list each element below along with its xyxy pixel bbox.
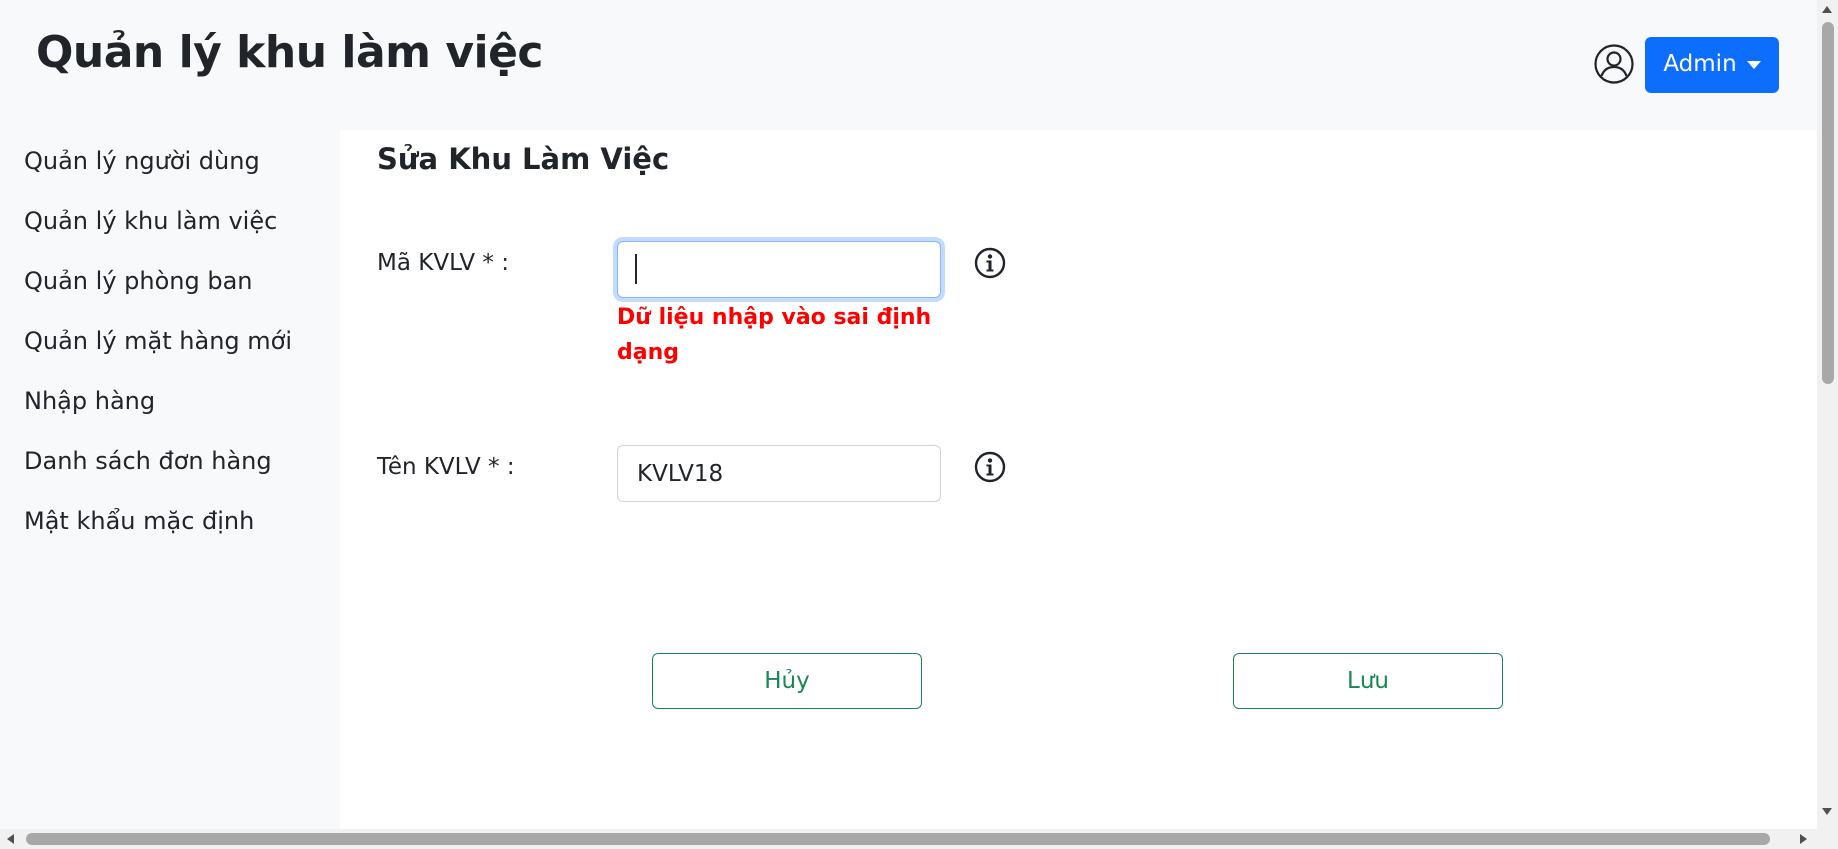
sidebar-item-new-items[interactable]: Quản lý mặt hàng mới [24,324,292,358]
horizontal-scrollbar[interactable] [0,829,1817,849]
caret-down-icon [1746,60,1761,69]
name-label: Tên KVLV * : [377,454,515,480]
admin-menu-button[interactable]: Admin [1645,37,1779,93]
sidebar-item-workspaces[interactable]: Quản lý khu làm việc [24,204,277,238]
vertical-scrollbar[interactable] [1817,0,1838,849]
save-button[interactable]: Lưu [1233,653,1503,709]
admin-menu-label: Admin [1663,51,1737,77]
scroll-down-icon[interactable] [1822,808,1832,815]
code-label: Mã KVLV * : [377,250,509,276]
sidebar-item-orders[interactable]: Danh sách đơn hàng [24,444,272,478]
name-input[interactable] [617,445,941,502]
sidebar-item-users[interactable]: Quản lý người dùng [24,144,260,178]
code-error-message: Dữ liệu nhập vào sai định dạng [617,305,932,365]
page-title: Quản lý khu làm việc [36,27,544,78]
sidebar-item-default-password[interactable]: Mật khẩu mặc định [24,504,254,538]
scroll-left-icon[interactable] [7,834,14,844]
cancel-button[interactable]: Hủy [652,653,922,709]
text-cursor [635,254,637,284]
info-icon[interactable] [974,247,1006,279]
form-title: Sửa Khu Làm Việc [377,142,670,176]
sidebar-item-import[interactable]: Nhập hàng [24,384,155,418]
main-panel: Sửa Khu Làm Việc Mã KVLV * : Dữ liệu nhậ… [340,130,1817,829]
sidebar-item-departments[interactable]: Quản lý phòng ban [24,264,253,298]
scroll-up-icon[interactable] [1822,6,1832,13]
horizontal-scrollbar-thumb[interactable] [26,833,1770,845]
user-circle-icon[interactable] [1594,44,1634,84]
info-icon[interactable] [974,451,1006,483]
vertical-scrollbar-thumb[interactable] [1822,22,1834,384]
scroll-right-icon[interactable] [1800,834,1807,844]
code-input[interactable] [617,241,941,298]
